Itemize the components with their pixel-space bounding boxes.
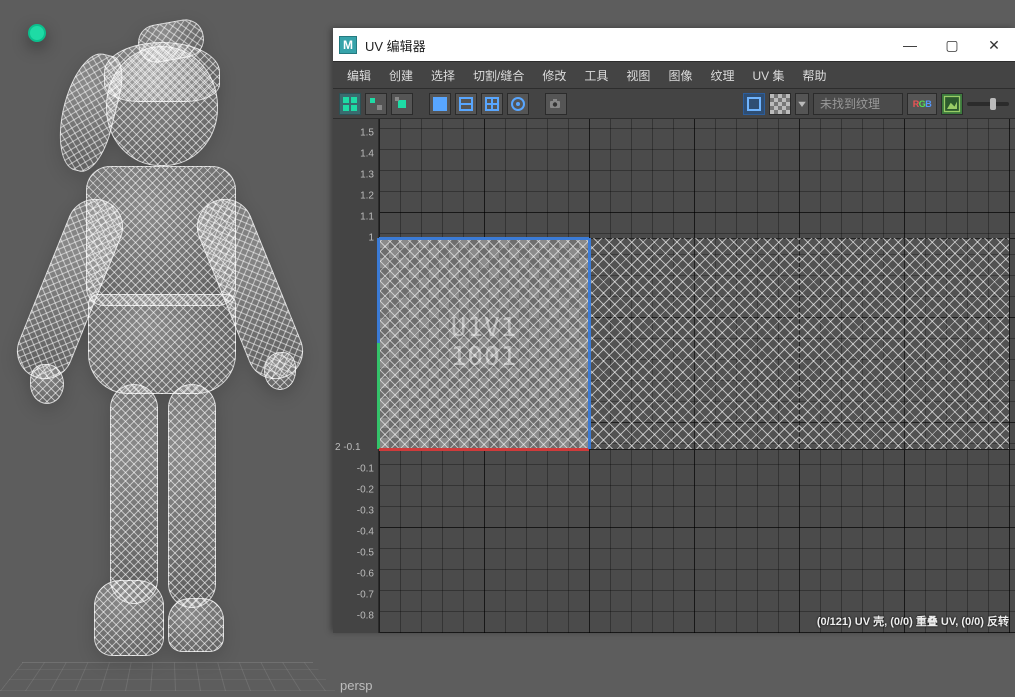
character-wireframe (28, 24, 290, 664)
toolbar-separator (417, 93, 425, 115)
ruler-tick: 1.3 (360, 170, 374, 181)
ruler-vertical: 1.5 1.4 1.3 1.2 1.1 1 -0.1 -0.2 -0.3 -0.… (333, 119, 379, 633)
sel-mode-c-icon[interactable] (481, 93, 503, 115)
ruler-tick: -0.8 (357, 611, 374, 622)
udim-tile-1001[interactable]: U1V11001 (379, 238, 589, 449)
menu-texture[interactable]: 纹理 (702, 63, 742, 88)
mesh-leg-right (168, 384, 216, 608)
ruler-tick: -0.3 (357, 506, 374, 517)
udim-tile-label: U1V11001 (451, 314, 518, 374)
udim-tile-1002[interactable] (589, 238, 799, 449)
udim-tile-1003[interactable] (799, 238, 1009, 449)
toolbar-separator (533, 93, 541, 115)
mesh-hand-left (30, 364, 64, 404)
mesh-skirt (88, 294, 236, 394)
ruler-tick: -0.2 (357, 485, 374, 496)
mesh-head (106, 46, 218, 166)
rgb-toggle[interactable]: RGB (907, 93, 937, 115)
mesh-hand-right (264, 352, 296, 390)
menu-select[interactable]: 选择 (423, 63, 463, 88)
camera-label: persp (340, 678, 373, 693)
ruler-tick: -0.1 (357, 464, 374, 475)
uv-canvas[interactable]: 1.5 1.4 1.3 1.2 1.1 1 -0.1 -0.2 -0.3 -0.… (333, 119, 1015, 633)
image-toggle-icon[interactable] (941, 93, 963, 115)
ruler-tick: 1.2 (360, 191, 374, 202)
ruler-tick: -0.5 (357, 548, 374, 559)
ruler-corner: 2 -0.1 (335, 442, 361, 453)
sel-mode-d-icon[interactable] (507, 93, 529, 115)
uv-status-text: (0/121) UV 壳, (0/0) 重叠 UV, (0/0) 反转 (817, 613, 1009, 629)
mesh-pendant (28, 24, 46, 42)
display-toggle-a[interactable] (743, 93, 765, 115)
ruler-tick: -0.6 (357, 569, 374, 580)
ruler-tick: 1.4 (360, 149, 374, 160)
menu-view[interactable]: 视图 (618, 63, 658, 88)
texture-input[interactable]: 未找到纹理 (813, 93, 903, 115)
minimize-button[interactable]: — (889, 29, 931, 61)
checker-icon[interactable] (769, 93, 791, 115)
menubar: 编辑 创建 选择 切割/缝合 修改 工具 视图 图像 纹理 UV 集 帮助 (333, 61, 1015, 89)
ruler-tick: 1 (368, 233, 374, 244)
sel-mode-a-icon[interactable] (429, 93, 451, 115)
texture-dropdown-arrow[interactable] (795, 93, 809, 115)
menu-cutsew[interactable]: 切割/缝合 (465, 63, 532, 88)
mesh-boot-left (94, 580, 164, 656)
uv-shell-icon[interactable] (365, 93, 387, 115)
ruler-tick: -0.7 (357, 590, 374, 601)
dim-slider[interactable] (967, 102, 1009, 106)
axis-v0 (379, 449, 1015, 450)
maximize-button[interactable]: ▢ (931, 29, 973, 61)
ruler-tick: 1.1 (360, 212, 374, 223)
menu-create[interactable]: 创建 (381, 63, 421, 88)
menu-modify[interactable]: 修改 (534, 63, 574, 88)
mesh-boot-right (168, 598, 224, 652)
menu-help[interactable]: 帮助 (794, 63, 834, 88)
toolbar: 未找到纹理 RGB (333, 89, 1015, 119)
uv-grid-icon[interactable] (339, 93, 361, 115)
camera-icon[interactable] (545, 93, 567, 115)
ruler-tick: 1.5 (360, 128, 374, 139)
mesh-torso (86, 166, 236, 306)
menu-uvset[interactable]: UV 集 (744, 63, 792, 88)
titlebar[interactable]: M UV 编辑器 — ▢ ✕ (333, 29, 1015, 61)
uv-snap-icon[interactable] (391, 93, 413, 115)
mesh-leg-left (110, 384, 158, 604)
menu-edit[interactable]: 编辑 (339, 63, 379, 88)
window-title: UV 编辑器 (365, 36, 426, 55)
close-button[interactable]: ✕ (973, 29, 1015, 61)
viewport-grid-floor (0, 663, 335, 691)
sel-mode-b-icon[interactable] (455, 93, 477, 115)
uv-editor-window: M UV 编辑器 — ▢ ✕ 编辑 创建 选择 切割/缝合 修改 工具 视图 图… (333, 28, 1015, 632)
ruler-tick: -0.4 (357, 527, 374, 538)
menu-tools[interactable]: 工具 (576, 63, 616, 88)
menu-image[interactable]: 图像 (660, 63, 700, 88)
maya-app-icon: M (339, 36, 357, 54)
